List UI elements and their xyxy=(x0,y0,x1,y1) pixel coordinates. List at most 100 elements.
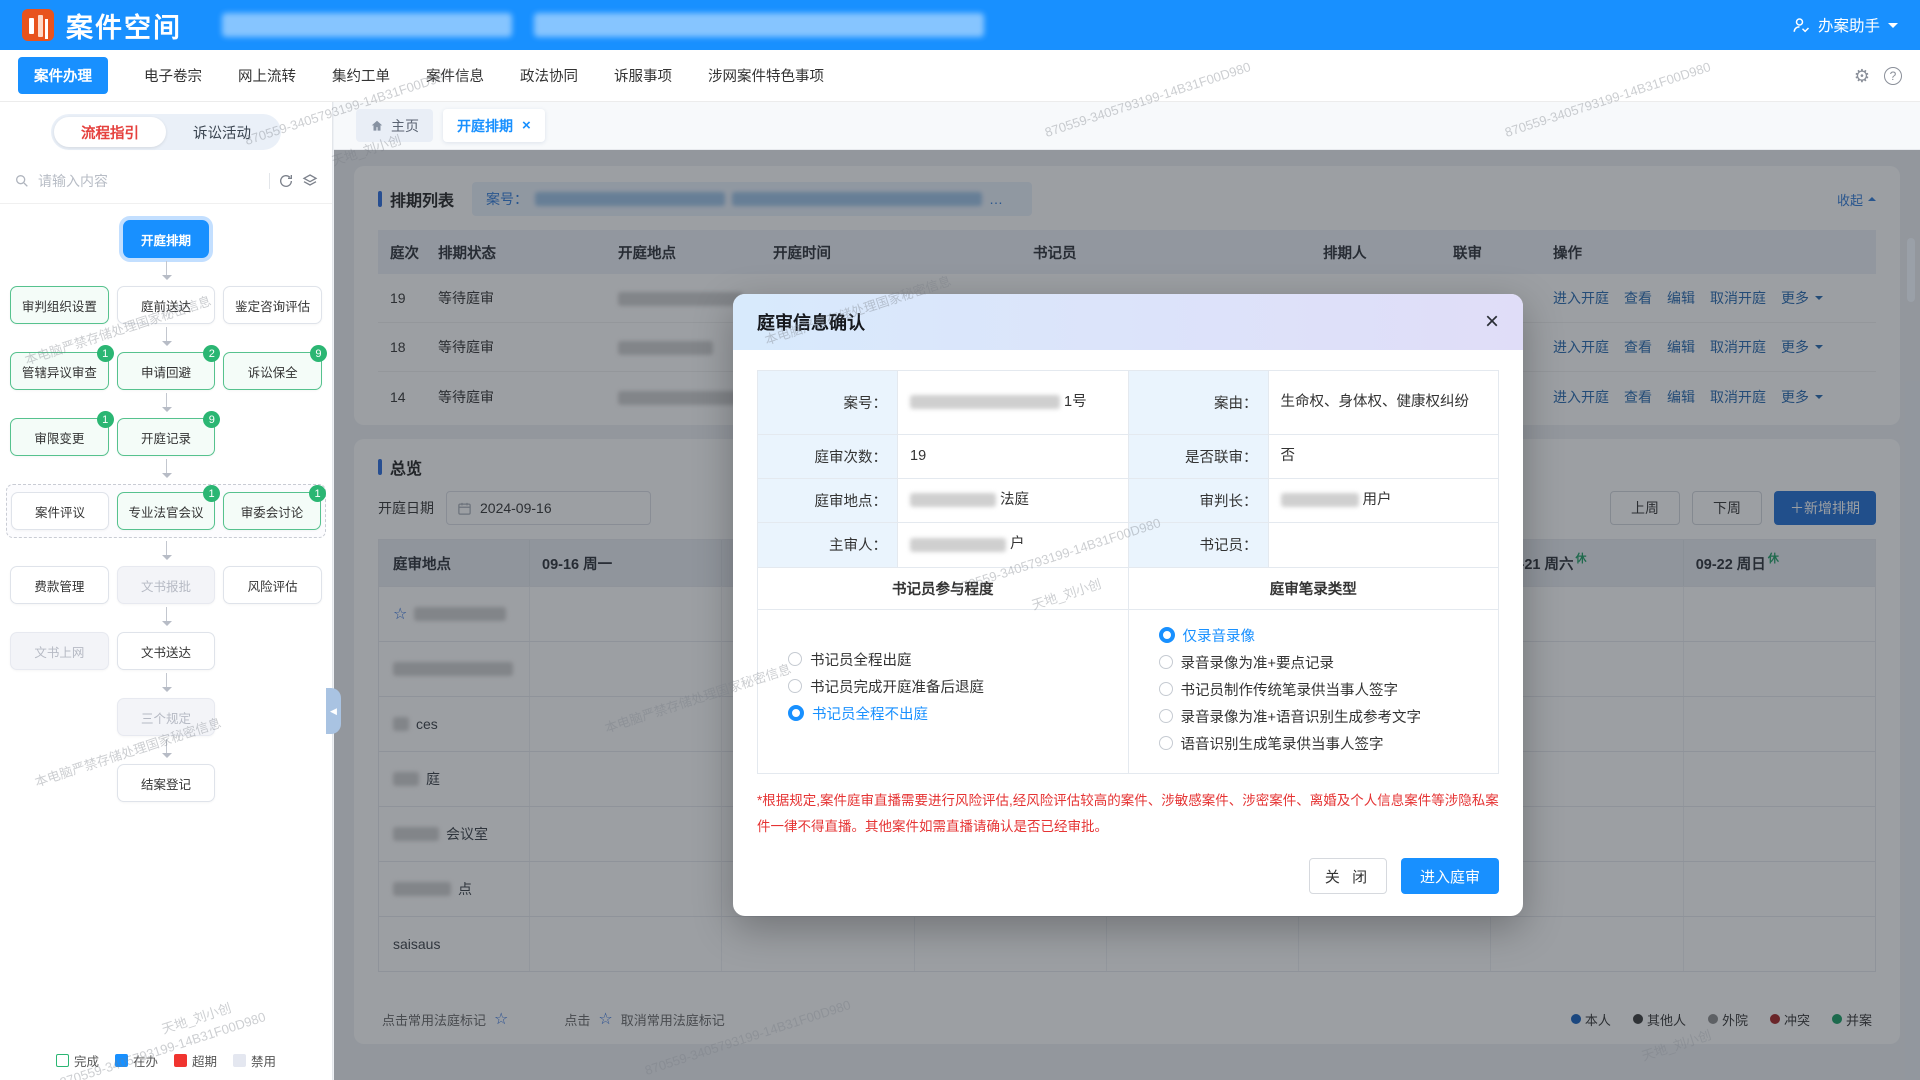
app-window: 案件空间 办案助手 案件办理 电子卷宗 网上流转 集约工单 案件信息 政法协同 … xyxy=(0,0,1920,1080)
nav-item-online-flow[interactable]: 网上流转 xyxy=(238,65,296,86)
radio-icon xyxy=(1159,709,1173,723)
enter-court-button[interactable]: 进入庭审 xyxy=(1401,858,1499,894)
radio-av-plus-speech-text[interactable]: 录音录像为准+语音识别生成参考文字 xyxy=(1159,703,1493,730)
radio-clerk-leave-after-prep[interactable]: 书记员完成开庭准备后退庭 xyxy=(788,673,1122,700)
tab-home[interactable]: 主页 xyxy=(356,109,433,142)
flow-node-pretrial-delivery[interactable]: 庭前送达 xyxy=(117,286,216,324)
radio-traditional-record[interactable]: 书记员制作传统笔录供当事人签字 xyxy=(1159,676,1493,703)
nav-item-case-handling[interactable]: 案件办理 xyxy=(18,57,108,94)
legend-doing: 在办 xyxy=(115,1051,158,1070)
modal-header: 庭审信息确认 × xyxy=(733,294,1523,350)
redacted-location xyxy=(910,493,996,507)
joint-trial-label: 是否联审： xyxy=(1128,435,1268,479)
flow-node-preservation[interactable]: 诉讼保全9 xyxy=(223,352,322,390)
modal-title: 庭审信息确认 xyxy=(757,309,865,335)
close-icon[interactable]: × xyxy=(1485,310,1499,334)
flow-arrow xyxy=(166,739,167,757)
flow-arrow xyxy=(166,459,167,477)
hearing-confirm-modal: 庭审信息确认 × 案号： 1号 案由： 生命权、身体权、健康权纠纷 庭审次数： … xyxy=(733,294,1523,916)
flow-node-three-rules: 三个规定 xyxy=(117,698,216,736)
chief-judge-label: 审判长： xyxy=(1128,479,1268,523)
radio-clerk-no-attend[interactable]: 书记员全程不出庭 xyxy=(788,700,1122,727)
flow-arrow xyxy=(166,327,167,345)
count-badge: 9 xyxy=(310,345,327,362)
radio-icon xyxy=(788,679,802,693)
sidebar-collapse-handle[interactable]: ◀ xyxy=(326,688,341,734)
nav-item-case-info[interactable]: 案件信息 xyxy=(426,65,484,86)
sidebar-search xyxy=(0,158,332,204)
radio-icon xyxy=(1159,682,1173,696)
legend-overdue-swatch xyxy=(174,1054,187,1067)
flow-node-appraisal[interactable]: 鉴定咨询评估 xyxy=(223,286,322,324)
app-logo xyxy=(22,9,54,41)
nav-item-legal-collab[interactable]: 政法协同 xyxy=(520,65,578,86)
close-icon[interactable]: × xyxy=(522,117,531,134)
count-badge: 1 xyxy=(97,411,114,428)
modal-footer: 关 闭 进入庭审 xyxy=(733,840,1523,916)
clerk-label: 书记员： xyxy=(1128,523,1268,567)
flow-node-doc-delivery[interactable]: 文书送达 xyxy=(117,632,216,670)
location-label: 庭审地点： xyxy=(758,479,898,523)
flow-node-case-closing[interactable]: 结案登记 xyxy=(117,764,216,802)
search-icon xyxy=(14,173,30,189)
legend-overdue: 超期 xyxy=(174,1051,217,1070)
flow-node-hearing-schedule[interactable]: 开庭排期 xyxy=(123,220,210,258)
clerk-value xyxy=(1268,523,1499,567)
flow-node-case-review[interactable]: 案件评议 xyxy=(11,492,109,530)
legend-disabled-swatch xyxy=(233,1054,246,1067)
flow-node-judge-meeting[interactable]: 专业法官会议1 xyxy=(117,492,215,530)
flow-node-hearing-record[interactable]: 开庭记录9 xyxy=(117,418,216,456)
page-tabbar: 主页 开庭排期 × xyxy=(334,102,1920,150)
flow-arrow xyxy=(166,541,167,559)
radio-av-plus-notes[interactable]: 录音录像为准+要点记录 xyxy=(1159,649,1493,676)
flow-node-recusal[interactable]: 申请回避2 xyxy=(117,352,216,390)
hearing-info-table: 案号： 1号 案由： 生命权、身体权、健康权纠纷 庭审次数： 19 是否联审： … xyxy=(757,370,1499,774)
process-flowchart: 开庭排期 审判组织设置 庭前送达 鉴定咨询评估 管辖异议审查1 申请回避2 诉讼… xyxy=(0,220,332,802)
flow-node-time-limit-change[interactable]: 审限变更1 xyxy=(10,418,109,456)
chevron-down-icon xyxy=(1888,23,1898,33)
radio-icon-selected xyxy=(1159,627,1175,643)
gear-icon[interactable]: ⚙ xyxy=(1854,67,1870,85)
flow-node-risk-assessment[interactable]: 风险评估 xyxy=(223,566,322,604)
redacted-header-text xyxy=(222,13,512,37)
flow-node-trial-org[interactable]: 审判组织设置 xyxy=(10,286,109,324)
help-icon[interactable]: ? xyxy=(1884,67,1902,85)
radio-av-only[interactable]: 仅录音录像 xyxy=(1159,622,1493,649)
redacted-name xyxy=(910,538,1006,552)
layers-icon[interactable] xyxy=(302,173,318,189)
radio-icon-selected xyxy=(788,705,804,721)
app-header: 案件空间 办案助手 xyxy=(0,0,1920,50)
flow-node-fee-management[interactable]: 费款管理 xyxy=(10,566,109,604)
tab-hearing-schedule[interactable]: 开庭排期 × xyxy=(443,109,545,142)
nav-item-net-case[interactable]: 涉网案件特色事项 xyxy=(708,65,824,86)
chief-judge-value: 用户 xyxy=(1268,479,1499,523)
flow-arrow xyxy=(166,607,167,625)
main-nav: 案件办理 电子卷宗 网上流转 集约工单 案件信息 政法协同 诉服事项 涉网案件特… xyxy=(0,50,1920,102)
flow-arrow xyxy=(166,673,167,691)
radio-clerk-full-attend[interactable]: 书记员全程出庭 xyxy=(788,646,1122,673)
count-badge: 2 xyxy=(203,345,220,362)
search-input[interactable] xyxy=(38,173,261,189)
flow-node-jurisdiction-objection[interactable]: 管辖异议审查1 xyxy=(10,352,109,390)
case-no-label: 案号： xyxy=(758,371,898,435)
flow-node-committee-discussion[interactable]: 审委会讨论1 xyxy=(223,492,321,530)
app-title: 案件空间 xyxy=(66,6,182,45)
refresh-icon[interactable] xyxy=(278,173,294,189)
tab-litigation-activity[interactable]: 诉讼活动 xyxy=(166,117,278,147)
home-icon xyxy=(370,119,384,133)
radio-speech-generated-record[interactable]: 语音识别生成笔录供当事人签字 xyxy=(1159,730,1493,757)
flow-arrow xyxy=(166,393,167,411)
participation-options: 书记员全程出庭 书记员完成开庭准备后退庭 书记员全程不出庭 xyxy=(758,609,1129,773)
close-button[interactable]: 关 闭 xyxy=(1309,858,1387,894)
nav-item-work-order[interactable]: 集约工单 xyxy=(332,65,390,86)
radio-icon xyxy=(1159,736,1173,750)
tab-process-guide[interactable]: 流程指引 xyxy=(54,117,166,147)
assistant-menu[interactable]: 办案助手 xyxy=(1792,14,1898,36)
nav-item-service-matters[interactable]: 诉服事项 xyxy=(614,65,672,86)
legend-disabled: 禁用 xyxy=(233,1051,276,1070)
scrollbar-thumb[interactable] xyxy=(1907,238,1915,302)
count-badge: 9 xyxy=(203,411,220,428)
nav-tools: ⚙ ? xyxy=(1854,67,1902,85)
nav-item-e-file[interactable]: 电子卷宗 xyxy=(144,65,202,86)
modal-body: 案号： 1号 案由： 生命权、身体权、健康权纠纷 庭审次数： 19 是否联审： … xyxy=(733,350,1523,840)
